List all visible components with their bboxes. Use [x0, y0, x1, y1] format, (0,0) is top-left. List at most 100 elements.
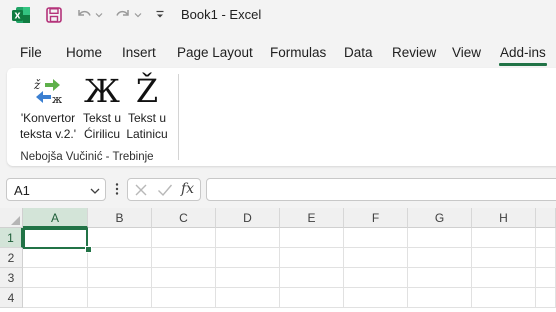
tab-home[interactable]: Home	[66, 45, 102, 60]
to-cyrillic-label-line1: Tekst u	[82, 111, 121, 125]
cell-f1[interactable]	[344, 228, 408, 248]
formula-buttons: fx	[127, 178, 201, 201]
cell-h2[interactable]	[472, 248, 536, 268]
cell-c2[interactable]	[152, 248, 216, 268]
insert-function-button[interactable]: fx	[181, 181, 194, 197]
column-header-b[interactable]: B	[88, 208, 152, 228]
to-cyrillic-button[interactable]: Ж Tekst u Ćirilicu	[81, 72, 123, 142]
row-header-3[interactable]: 3	[0, 268, 23, 288]
enter-icon[interactable]	[157, 183, 173, 202]
active-tab-indicator	[499, 63, 547, 66]
cell-e2[interactable]	[280, 248, 344, 268]
converter-button[interactable]: ž ж 'Konvertor teksta v.2.'	[17, 72, 79, 142]
column-header-c[interactable]: C	[152, 208, 216, 228]
row-header-1[interactable]: 1	[0, 228, 23, 248]
customize-qat-button[interactable]	[153, 5, 167, 25]
cell-e4[interactable]	[280, 288, 344, 308]
cell-b3[interactable]	[88, 268, 152, 288]
to-latin-label-line2: Latinicu	[126, 127, 168, 141]
cell-b4[interactable]	[88, 288, 152, 308]
cell-a4[interactable]	[23, 288, 88, 308]
name-box-value: A1	[14, 183, 30, 198]
column-header-a[interactable]: A	[23, 208, 88, 228]
tab-review[interactable]: Review	[392, 45, 436, 60]
formula-input[interactable]	[206, 178, 556, 201]
cell-c1[interactable]	[152, 228, 216, 248]
title-bar: Book1 - Excel	[0, 0, 556, 32]
active-cell-a1[interactable]	[23, 228, 88, 249]
tab-file[interactable]: File	[20, 45, 42, 60]
cell-d1[interactable]	[216, 228, 280, 248]
cell-x3[interactable]	[536, 268, 556, 288]
column-header-h[interactable]: H	[472, 208, 536, 228]
cell-b1[interactable]	[88, 228, 152, 248]
excel-logo-icon	[11, 5, 31, 25]
cell-c4[interactable]	[152, 288, 216, 308]
cancel-icon[interactable]	[134, 183, 148, 202]
fill-handle[interactable]	[85, 246, 92, 253]
tab-insert[interactable]: Insert	[122, 45, 156, 60]
select-all-icon	[11, 216, 20, 225]
cell-h1[interactable]	[472, 228, 536, 248]
cell-x4[interactable]	[536, 288, 556, 308]
cell-a2[interactable]	[23, 248, 88, 268]
column-header-g[interactable]: G	[408, 208, 472, 228]
ribbon-group-separator	[178, 74, 179, 160]
formula-bar: A1 fx	[0, 174, 556, 206]
cell-b2[interactable]	[88, 248, 152, 268]
row-header-2[interactable]: 2	[0, 248, 23, 268]
cell-h3[interactable]	[472, 268, 536, 288]
column-header-d[interactable]: D	[216, 208, 280, 228]
cyrillic-zhe-icon: Ж	[81, 72, 123, 110]
ribbon-group-label: Nebojša Vučinić - Trebinje	[20, 151, 154, 163]
to-cyrillic-label-line2: Ćirilicu	[84, 127, 120, 141]
cyrillic-zhe-glyph: Ж	[84, 72, 120, 110]
tab-page-layout[interactable]: Page Layout	[177, 45, 253, 60]
redo-dropdown[interactable]	[133, 5, 143, 25]
cell-d2[interactable]	[216, 248, 280, 268]
svg-text:ž: ž	[33, 78, 41, 92]
cell-c3[interactable]	[152, 268, 216, 288]
tab-add-ins[interactable]: Add-ins	[500, 45, 546, 60]
latin-zcaron-icon: Ž	[125, 72, 169, 110]
tab-view[interactable]: View	[452, 45, 481, 60]
column-header-e[interactable]: E	[280, 208, 344, 228]
cell-g4[interactable]	[408, 288, 472, 308]
converter-label-line1: 'Konvertor	[20, 111, 76, 125]
select-all-button[interactable]	[0, 208, 23, 228]
cell-x1[interactable]	[536, 228, 556, 248]
to-latin-button[interactable]: Ž Tekst u Latinicu	[125, 72, 169, 142]
cell-a3[interactable]	[23, 268, 88, 288]
tab-data[interactable]: Data	[344, 45, 373, 60]
cell-x2[interactable]	[536, 248, 556, 268]
chevron-down-icon	[134, 13, 142, 18]
cell-d3[interactable]	[216, 268, 280, 288]
save-button[interactable]	[44, 5, 64, 25]
customize-qat-icon	[156, 10, 164, 18]
undo-button[interactable]	[74, 5, 94, 25]
cell-d4[interactable]	[216, 288, 280, 308]
cell-f4[interactable]	[344, 288, 408, 308]
cell-e3[interactable]	[280, 268, 344, 288]
cell-f2[interactable]	[344, 248, 408, 268]
redo-button[interactable]	[113, 5, 133, 25]
chevron-down-icon[interactable]	[89, 184, 101, 202]
column-header-partial[interactable]	[536, 208, 556, 228]
cell-g3[interactable]	[408, 268, 472, 288]
cell-g1[interactable]	[408, 228, 472, 248]
undo-icon	[78, 10, 91, 16]
more-options-icon[interactable]	[115, 182, 119, 201]
row-header-4[interactable]: 4	[0, 288, 23, 308]
cell-g2[interactable]	[408, 248, 472, 268]
name-box[interactable]: A1	[6, 178, 106, 201]
tab-formulas[interactable]: Formulas	[270, 45, 326, 60]
save-icon	[46, 7, 62, 23]
cell-e1[interactable]	[280, 228, 344, 248]
column-header-f[interactable]: F	[344, 208, 408, 228]
window-title: Book1 - Excel	[181, 7, 262, 22]
cell-h4[interactable]	[472, 288, 536, 308]
cell-f3[interactable]	[344, 268, 408, 288]
converter-icon: ž ж	[17, 72, 79, 110]
undo-dropdown[interactable]	[94, 5, 104, 25]
ribbon-tabs: File Home Insert Page Layout Formulas Da…	[0, 40, 556, 68]
